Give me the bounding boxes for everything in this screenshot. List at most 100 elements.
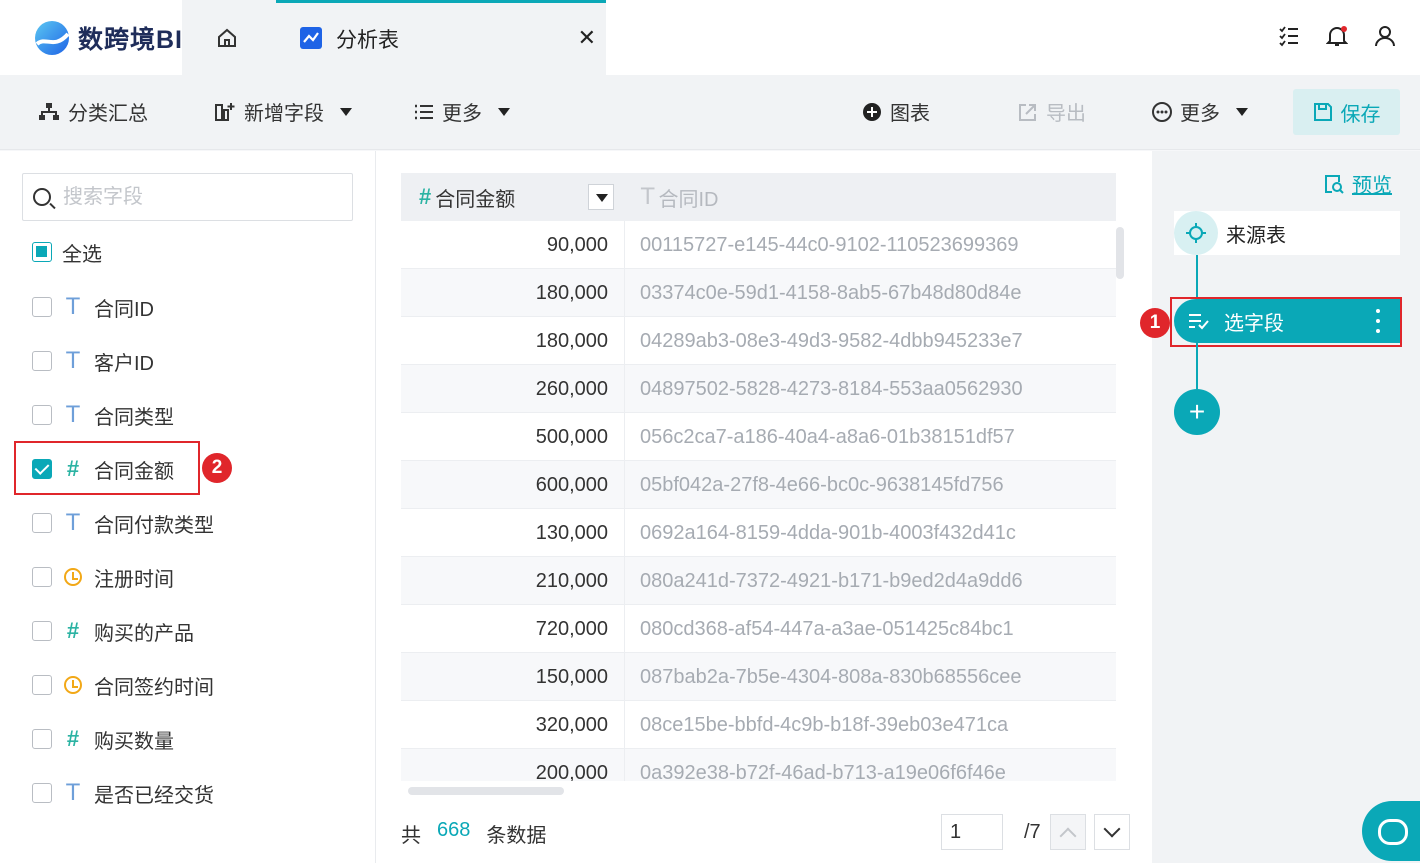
amount-cell: 130,000 xyxy=(401,509,625,557)
table-row[interactable]: 180,000 04289ab3-08e3-49d3-9582-4dbb94523… xyxy=(401,317,1116,365)
group-summary-button[interactable]: 分类汇总 xyxy=(38,97,148,126)
text-type-icon: T xyxy=(66,510,80,536)
number-type-icon: # xyxy=(419,184,432,209)
field-item[interactable]: T 合同类型 xyxy=(32,400,174,430)
app-logo[interactable]: 数跨境BI xyxy=(32,18,183,58)
next-page-button[interactable] xyxy=(1094,814,1130,850)
field-checkbox[interactable] xyxy=(32,297,52,317)
field-checkbox[interactable] xyxy=(32,783,52,803)
table-header: # 合同金额 T 合同ID xyxy=(401,173,1116,221)
amount-cell: 600,000 xyxy=(401,461,625,509)
field-item[interactable]: 合同签约时间 xyxy=(32,670,214,700)
crosshair-icon xyxy=(1174,211,1218,255)
field-checkbox[interactable] xyxy=(32,405,52,425)
table-row[interactable]: 320,000 08ce15be-bbfd-4c9b-b18f-39eb03e47… xyxy=(401,701,1116,749)
field-item[interactable]: T 客户ID xyxy=(32,346,154,376)
close-icon[interactable]: ✕ xyxy=(578,25,596,51)
more-options-button[interactable]: 更多 xyxy=(1152,97,1248,126)
flow-panel: 预览 来源表 选字段 1 + xyxy=(1140,151,1420,863)
user-icon[interactable] xyxy=(1374,24,1396,50)
column-dropdown[interactable] xyxy=(588,184,614,210)
column-header-amount[interactable]: # 合同金额 xyxy=(419,173,515,221)
select-all-checkbox[interactable] xyxy=(32,242,52,262)
table-row[interactable]: 180,000 03374c0e-59d1-4158-8ab5-67b48d80d… xyxy=(401,269,1116,317)
chart-icon xyxy=(300,27,322,49)
search-box[interactable] xyxy=(22,173,353,221)
amount-cell: 210,000 xyxy=(401,557,625,605)
table-row[interactable]: 210,000 080a241d-7372-4921-b171-b9ed2d4a9… xyxy=(401,557,1116,605)
field-item[interactable]: # 购买的产品 xyxy=(32,616,194,646)
column-header-id[interactable]: T 合同ID xyxy=(641,173,718,221)
contract-id-cell: 056c2ca7-a186-40a4-a8a6-01b38151df57 xyxy=(640,425,1015,448)
field-checkbox[interactable] xyxy=(32,621,52,641)
contract-id-cell: 00115727-e145-44c0-9102-110523699369 xyxy=(640,233,1019,256)
field-checkbox[interactable] xyxy=(32,513,52,533)
table-row[interactable]: 90,000 00115727-e145-44c0-9102-1105236993… xyxy=(401,221,1116,269)
bell-icon[interactable] xyxy=(1325,24,1349,50)
checklist-icon[interactable] xyxy=(1278,24,1300,50)
more-menu-button[interactable]: 更多 xyxy=(414,97,510,126)
list-icon xyxy=(415,104,433,119)
highlight-box xyxy=(14,441,200,495)
data-table: # 合同金额 T 合同ID 90,000 00115727-e145-44c0-9… xyxy=(401,173,1116,781)
clock-icon xyxy=(64,676,82,694)
number-type-icon: # xyxy=(66,618,80,643)
contract-id-cell: 03374c0e-59d1-4158-8ab5-67b48d80d84e xyxy=(640,281,1022,304)
field-item[interactable]: T 合同付款类型 xyxy=(32,508,214,538)
export-button[interactable]: 导出 xyxy=(1018,97,1086,126)
save-button[interactable]: 保存 xyxy=(1293,89,1400,135)
contract-id-cell: 0692a164-8159-4dda-901b-4003f432d41c xyxy=(640,521,1016,544)
source-table-node[interactable]: 来源表 xyxy=(1174,211,1400,255)
add-step-button[interactable]: + xyxy=(1174,389,1220,435)
vertical-scrollbar[interactable] xyxy=(1116,227,1124,279)
horizontal-scrollbar[interactable] xyxy=(408,787,564,795)
text-type-icon: T xyxy=(66,402,80,428)
contract-id-cell: 0a392e38-b72f-46ad-b713-a19e06f6f46e xyxy=(640,761,1006,782)
field-item[interactable]: 注册时间 xyxy=(32,562,174,592)
table-row[interactable]: 150,000 087bab2a-7b5e-4304-808a-830b68556… xyxy=(401,653,1116,701)
clock-icon xyxy=(64,568,82,586)
table-row[interactable]: 720,000 080cd368-af54-447a-a3ae-051425c84… xyxy=(401,605,1116,653)
amount-cell: 200,000 xyxy=(401,749,625,781)
home-icon xyxy=(218,28,236,47)
add-column-icon xyxy=(215,102,235,121)
contract-id-cell: 080a241d-7372-4921-b171-b9ed2d4a9dd6 xyxy=(640,569,1023,592)
chart-button[interactable]: 图表 xyxy=(862,97,930,126)
prev-page-button[interactable] xyxy=(1050,814,1086,850)
search-icon xyxy=(33,188,51,206)
home-tab[interactable] xyxy=(182,0,276,75)
text-type-icon: T xyxy=(66,294,80,320)
tab-analysis[interactable]: 分析表 ✕ xyxy=(276,0,606,75)
number-type-icon: # xyxy=(66,726,80,751)
table-row[interactable]: 600,000 05bf042a-27f8-4e66-bc0c-9638145fd… xyxy=(401,461,1116,509)
highlight-box xyxy=(1170,297,1402,347)
chevron-down-icon xyxy=(1103,820,1121,838)
page-input[interactable]: 1 xyxy=(941,814,1003,850)
headset-icon[interactable] xyxy=(1362,801,1420,861)
field-item[interactable]: T 是否已经交货 xyxy=(32,778,214,808)
field-item[interactable]: T 合同ID xyxy=(32,292,154,322)
contract-id-cell: 080cd368-af54-447a-a3ae-051425c84bc1 xyxy=(640,617,1014,640)
chevron-down-icon xyxy=(340,107,352,116)
text-type-icon: T xyxy=(66,780,80,806)
add-field-button[interactable]: 新增字段 xyxy=(214,97,352,126)
search-input[interactable] xyxy=(63,182,343,212)
table-row[interactable]: 500,000 056c2ca7-a186-40a4-a8a6-01b38151d… xyxy=(401,413,1116,461)
app-name: 数跨境BI xyxy=(78,26,184,54)
field-checkbox[interactable] xyxy=(32,675,52,695)
field-checkbox[interactable] xyxy=(32,351,52,371)
table-row[interactable]: 200,000 0a392e38-b72f-46ad-b713-a19e06f6f… xyxy=(401,749,1116,781)
logo-icon xyxy=(32,18,72,58)
select-all[interactable]: 全选 xyxy=(32,237,102,267)
chevron-down-icon xyxy=(1236,107,1248,116)
preview-link[interactable]: 预览 xyxy=(1324,169,1392,198)
amount-cell: 150,000 xyxy=(401,653,625,701)
flow-connector xyxy=(1196,343,1198,389)
table-row[interactable]: 260,000 04897502-5828-4273-8184-553aa0562… xyxy=(401,365,1116,413)
field-item[interactable]: # 购买数量 xyxy=(32,724,174,754)
amount-cell: 720,000 xyxy=(401,605,625,653)
field-checkbox[interactable] xyxy=(32,729,52,749)
field-checkbox[interactable] xyxy=(32,567,52,587)
table-row[interactable]: 130,000 0692a164-8159-4dda-901b-4003f432d… xyxy=(401,509,1116,557)
annotation-badge: 2 xyxy=(202,453,232,483)
